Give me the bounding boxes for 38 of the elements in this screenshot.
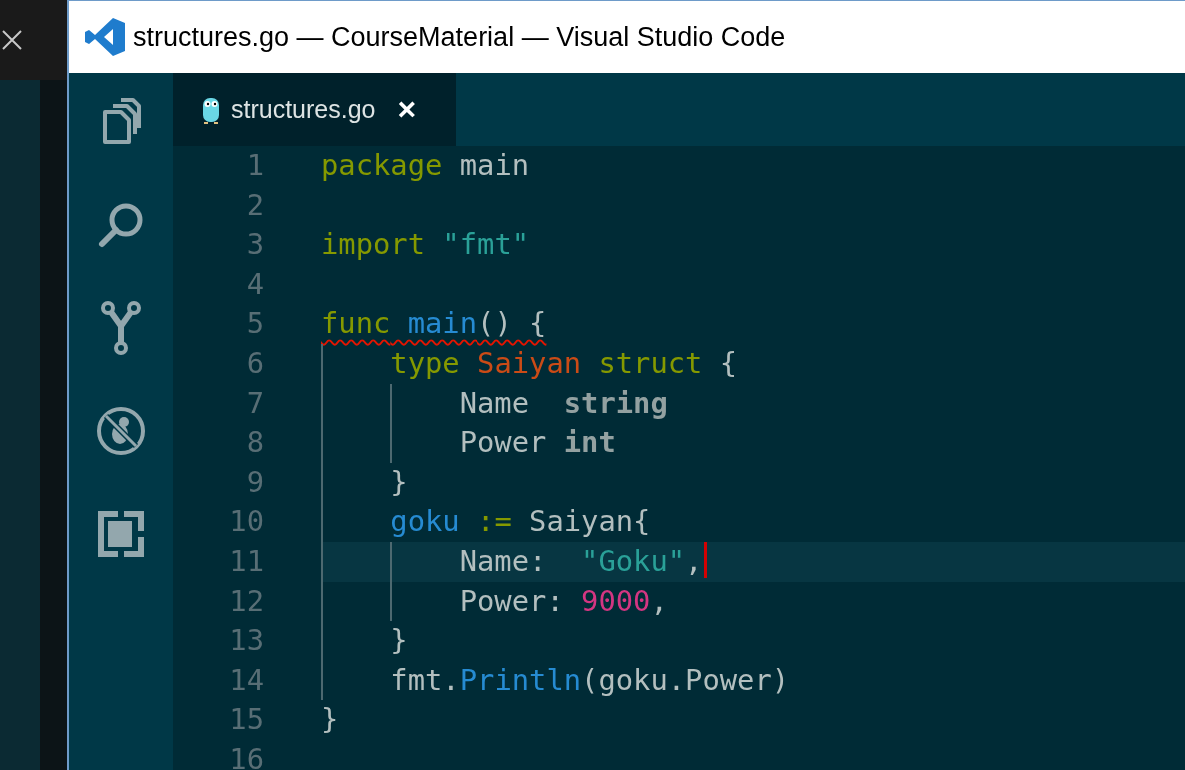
code-line: } <box>389 622 408 660</box>
code-line: func main() { <box>321 305 547 343</box>
line-number: 13 <box>228 622 264 660</box>
line-number: 12 <box>228 582 264 620</box>
line-number: 15 <box>228 701 264 739</box>
code-line: Name string <box>458 384 668 422</box>
files-icon[interactable] <box>101 97 141 146</box>
line-number: 8 <box>245 424 264 462</box>
editor-tab[interactable]: structures.go × <box>173 73 456 146</box>
app-logo <box>85 18 125 56</box>
code-line: import "fmt" <box>321 226 530 264</box>
line-number: 14 <box>228 661 264 699</box>
close-icon[interactable] <box>2 30 22 50</box>
line-number: 1 <box>245 147 264 184</box>
line-number: 10 <box>228 503 264 541</box>
code-line: type Saiyan struct { <box>389 344 738 382</box>
extensions-icon[interactable] <box>98 510 144 557</box>
code-line: Name: "Goku", <box>458 542 703 580</box>
line-number: 5 <box>245 305 264 343</box>
window-title: structures.go — CourseMaterial — Visual Studio Code <box>133 21 786 53</box>
line-number: 4 <box>245 265 264 303</box>
line-number: 11 <box>228 542 264 580</box>
code-line: Power int <box>458 424 616 462</box>
line-number: 9 <box>245 463 264 501</box>
close-icon[interactable]: × <box>397 91 417 128</box>
line-number: 7 <box>245 384 264 422</box>
code-line: package main <box>321 147 530 184</box>
code-line: } <box>389 463 408 501</box>
line-number: 16 <box>228 740 264 770</box>
no-bug-icon[interactable] <box>96 405 146 456</box>
code-line: } <box>321 701 339 739</box>
line-number: 6 <box>245 344 264 382</box>
code-line: Power: 9000, <box>458 582 668 620</box>
branch-icon[interactable] <box>100 299 142 356</box>
code-line: goku := Saiyan{ <box>389 503 651 541</box>
line-number: 2 <box>245 186 264 224</box>
line-number: 3 <box>245 226 264 264</box>
code-line: fmt.Println(goku.Power) <box>389 661 790 699</box>
